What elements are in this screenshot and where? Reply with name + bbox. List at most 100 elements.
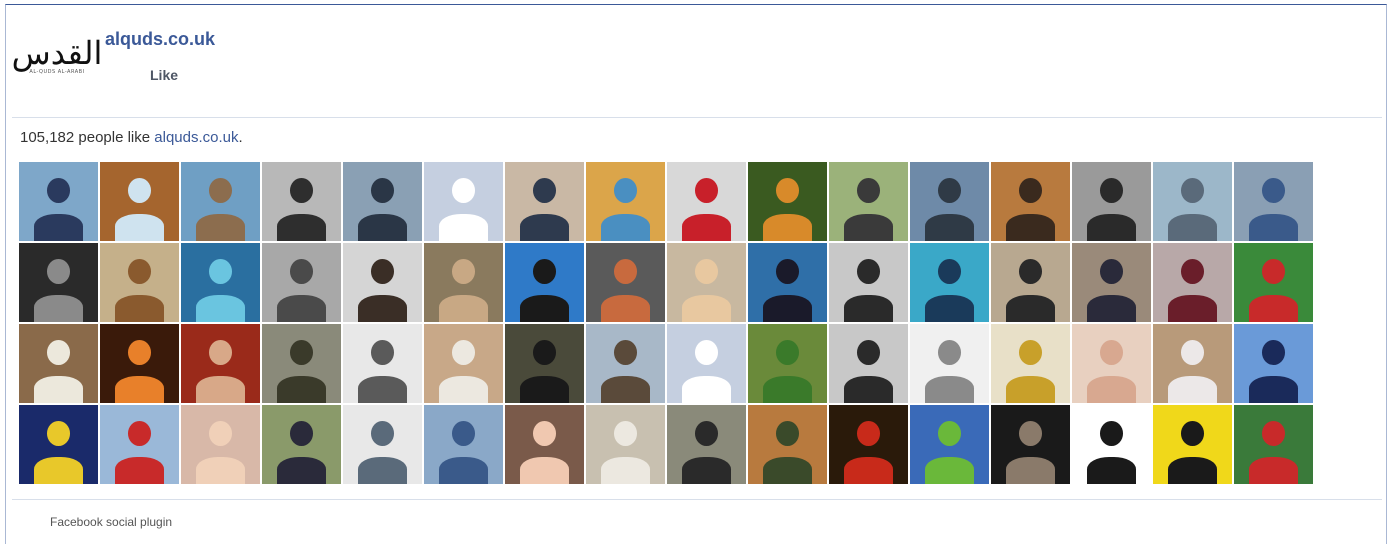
avatar-head-shape bbox=[451, 177, 476, 204]
avatar-body-shape bbox=[1168, 214, 1217, 241]
fan-avatar[interactable] bbox=[19, 324, 98, 403]
fan-avatar[interactable] bbox=[667, 243, 746, 322]
avatar-head-shape bbox=[370, 339, 395, 366]
fan-avatar[interactable] bbox=[748, 324, 827, 403]
fan-avatar[interactable] bbox=[505, 243, 584, 322]
fan-avatar[interactable] bbox=[424, 405, 503, 484]
fan-avatar[interactable] bbox=[262, 243, 341, 322]
fan-avatar[interactable] bbox=[910, 243, 989, 322]
fan-avatar[interactable] bbox=[910, 405, 989, 484]
fan-avatar[interactable] bbox=[829, 243, 908, 322]
fan-avatar[interactable] bbox=[424, 324, 503, 403]
fan-avatar[interactable] bbox=[1153, 243, 1232, 322]
avatar-body-shape bbox=[439, 214, 488, 241]
avatar-body-shape bbox=[196, 376, 245, 403]
fan-avatar[interactable] bbox=[829, 162, 908, 241]
fan-avatar[interactable] bbox=[1153, 324, 1232, 403]
fan-avatar[interactable] bbox=[100, 162, 179, 241]
fan-avatar[interactable] bbox=[829, 405, 908, 484]
avatar-body-shape bbox=[1168, 295, 1217, 322]
fan-avatar[interactable] bbox=[748, 405, 827, 484]
fan-avatar[interactable] bbox=[181, 243, 260, 322]
fan-avatar[interactable] bbox=[1153, 162, 1232, 241]
fan-avatar[interactable] bbox=[829, 324, 908, 403]
like-count-text: 105,182 people like bbox=[20, 129, 155, 146]
fan-avatar[interactable] bbox=[343, 162, 422, 241]
page-link[interactable]: alquds.co.uk bbox=[154, 129, 238, 146]
fan-avatar[interactable] bbox=[667, 324, 746, 403]
avatar-head-shape bbox=[532, 420, 557, 447]
avatar-body-shape bbox=[844, 295, 893, 322]
fan-avatar[interactable] bbox=[343, 243, 422, 322]
fan-avatar[interactable] bbox=[1234, 162, 1313, 241]
fan-avatar[interactable] bbox=[748, 162, 827, 241]
fan-avatar[interactable] bbox=[181, 162, 260, 241]
fan-avatar[interactable] bbox=[181, 324, 260, 403]
like-box: القدس AL-QUDS AL-ARABI alquds.co.uk Like… bbox=[5, 4, 1387, 544]
avatar-body-shape bbox=[763, 214, 812, 241]
fan-avatar[interactable] bbox=[1234, 324, 1313, 403]
avatar-head-shape bbox=[856, 177, 881, 204]
fan-avatar[interactable] bbox=[991, 324, 1070, 403]
like-button[interactable]: Like bbox=[146, 65, 182, 85]
fan-avatar[interactable] bbox=[1072, 405, 1151, 484]
page-logo[interactable]: القدس AL-QUDS AL-ARABI bbox=[12, 35, 103, 99]
fan-avatar[interactable] bbox=[19, 243, 98, 322]
avatar-head-shape bbox=[1261, 258, 1286, 285]
fan-avatar[interactable] bbox=[1153, 405, 1232, 484]
fan-avatar[interactable] bbox=[1072, 243, 1151, 322]
fan-avatar[interactable] bbox=[1072, 324, 1151, 403]
fan-avatar[interactable] bbox=[505, 324, 584, 403]
fan-avatar[interactable] bbox=[667, 405, 746, 484]
fan-avatar[interactable] bbox=[586, 243, 665, 322]
fan-avatar[interactable] bbox=[262, 162, 341, 241]
avatar-head-shape bbox=[937, 420, 962, 447]
avatar-body-shape bbox=[844, 214, 893, 241]
fan-avatar[interactable] bbox=[181, 405, 260, 484]
fan-avatar[interactable] bbox=[424, 243, 503, 322]
avatar-body-shape bbox=[1006, 457, 1055, 484]
fan-avatar[interactable] bbox=[19, 162, 98, 241]
fan-avatar[interactable]: Think bbox=[343, 324, 422, 403]
fan-avatar[interactable] bbox=[991, 243, 1070, 322]
fan-avatar[interactable] bbox=[505, 162, 584, 241]
avatar-body-shape bbox=[763, 457, 812, 484]
avatar-head-shape bbox=[370, 420, 395, 447]
fan-avatar[interactable] bbox=[586, 162, 665, 241]
fan-avatar[interactable] bbox=[100, 324, 179, 403]
avatar-head-shape bbox=[532, 177, 557, 204]
fan-avatar[interactable] bbox=[424, 162, 503, 241]
fan-avatar[interactable] bbox=[991, 405, 1070, 484]
fan-avatar[interactable] bbox=[262, 324, 341, 403]
fan-avatar[interactable] bbox=[343, 405, 422, 484]
fan-avatar[interactable] bbox=[586, 324, 665, 403]
avatar-body-shape bbox=[601, 457, 650, 484]
avatar-head-shape bbox=[289, 339, 314, 366]
fan-avatar[interactable] bbox=[1234, 243, 1313, 322]
avatar-body-shape bbox=[1087, 457, 1136, 484]
avatar-head-shape bbox=[127, 339, 152, 366]
fan-avatar[interactable] bbox=[262, 405, 341, 484]
fan-avatar[interactable] bbox=[991, 162, 1070, 241]
footer-divider bbox=[12, 499, 1382, 500]
fan-avatar[interactable] bbox=[910, 324, 989, 403]
fan-avatar[interactable] bbox=[19, 405, 98, 484]
fan-avatar[interactable] bbox=[910, 162, 989, 241]
avatar-body-shape bbox=[115, 214, 164, 241]
fan-avatar[interactable] bbox=[1072, 162, 1151, 241]
fan-avatar[interactable] bbox=[100, 243, 179, 322]
fan-avatar[interactable] bbox=[586, 405, 665, 484]
avatar-head-shape bbox=[370, 258, 395, 285]
fan-avatar[interactable] bbox=[505, 405, 584, 484]
fan-avatar[interactable] bbox=[667, 162, 746, 241]
avatar-head-shape bbox=[127, 258, 152, 285]
page-name-link[interactable]: alquds.co.uk bbox=[105, 29, 215, 50]
avatar-body-shape bbox=[520, 214, 569, 241]
fan-avatar[interactable] bbox=[748, 243, 827, 322]
avatar-head-shape bbox=[127, 420, 152, 447]
fan-avatar[interactable] bbox=[1234, 405, 1313, 484]
avatar-body-shape bbox=[277, 376, 326, 403]
avatar-head-shape bbox=[1180, 177, 1205, 204]
avatar-head-shape bbox=[937, 339, 962, 366]
fan-avatar[interactable] bbox=[100, 405, 179, 484]
